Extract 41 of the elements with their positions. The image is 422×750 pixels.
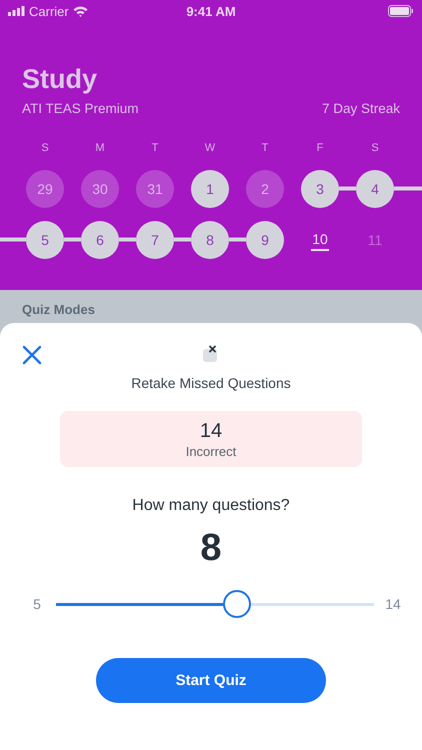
weekday-label: S [371, 142, 379, 154]
weekday-label: T [262, 142, 268, 154]
close-icon[interactable] [22, 345, 42, 365]
weekday-label: M [95, 142, 105, 154]
incorrect-label: Incorrect [186, 444, 236, 458]
signal-icon [8, 6, 25, 16]
mode-title: Retake Missed Questions [131, 375, 291, 391]
carrier-label: Carrier [29, 4, 69, 18]
calendar-day[interactable]: 5 [26, 220, 64, 258]
streak-label: 7 Day Streak [322, 101, 400, 116]
calendar-day[interactable]: 6 [81, 220, 119, 258]
weekday-label: F [316, 142, 324, 154]
calendar-day[interactable]: 4 [356, 170, 394, 208]
calendar-day[interactable]: 8 [191, 220, 229, 258]
calendar-day[interactable]: 30 [81, 170, 119, 208]
calendar-day[interactable]: 29 [26, 170, 64, 208]
slider-track[interactable] [56, 602, 374, 606]
page-title: Study [22, 64, 98, 95]
slider-max-label: 14 [384, 596, 402, 612]
weekday-label: T [152, 142, 158, 154]
calendar-day[interactable]: 31 [136, 170, 174, 208]
weekday-label: W [204, 142, 216, 154]
subscription-label: ATI TEAS Premium [22, 101, 139, 116]
slider-min-label: 5 [32, 596, 42, 612]
slider-thumb[interactable] [223, 590, 252, 618]
question-count: 8 [200, 527, 222, 570]
weekday-label: S [41, 142, 49, 154]
section-title: Quiz Modes [22, 302, 95, 317]
calendar-day[interactable]: 1 [191, 170, 229, 208]
battery-icon [388, 5, 414, 17]
calendar-day[interactable]: 3 [301, 170, 339, 208]
retake-icon [202, 345, 220, 363]
incorrect-count: 14 [200, 420, 222, 442]
calendar-day[interactable]: 7 [136, 220, 174, 258]
calendar-day[interactable]: 10 [311, 228, 329, 250]
question-prompt: How many questions? [132, 497, 290, 515]
calendar-day[interactable]: 9 [246, 220, 284, 258]
status-time: 9:41 AM [186, 4, 236, 18]
wifi-icon [72, 6, 88, 16]
calendar-day[interactable]: 2 [246, 170, 284, 208]
start-quiz-button[interactable]: Start Quiz [96, 658, 326, 703]
